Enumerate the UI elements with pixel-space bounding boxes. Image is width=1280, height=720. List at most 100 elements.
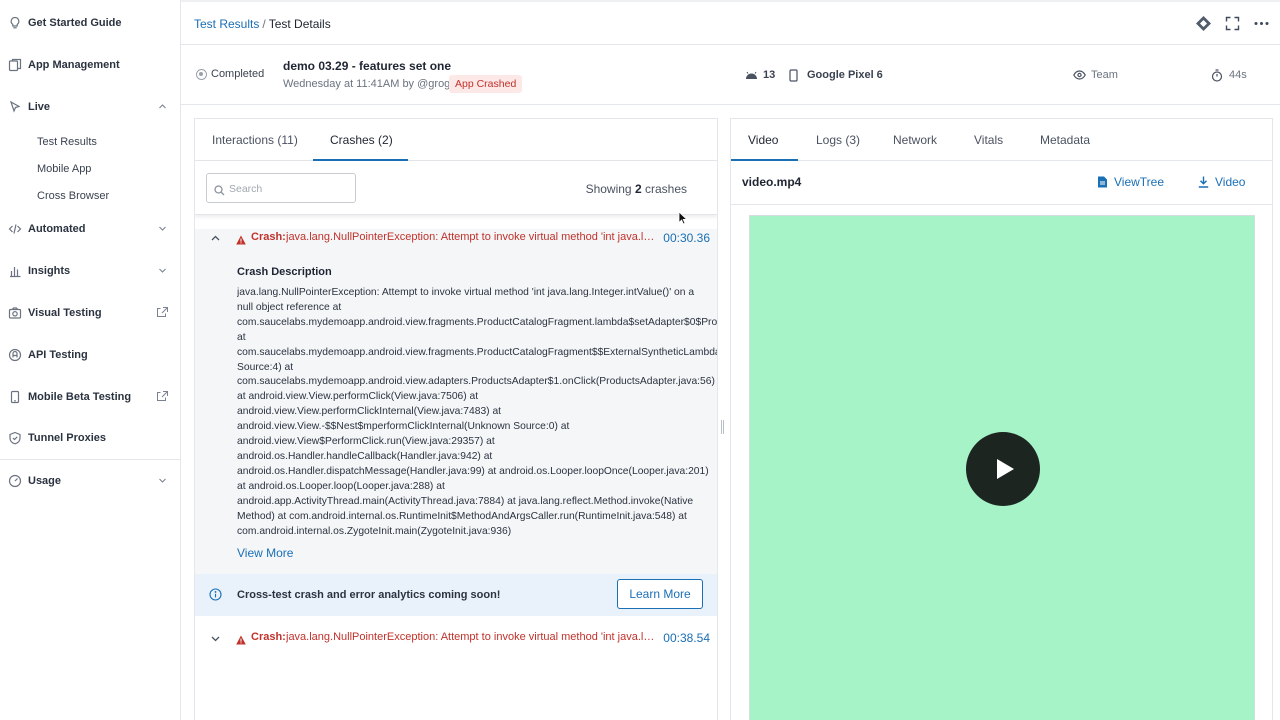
lightbulb-icon xyxy=(8,16,22,30)
duration: 44s xyxy=(1211,69,1247,82)
tab-metadata[interactable]: Metadata xyxy=(1040,133,1090,147)
visibility-value: Team xyxy=(1091,69,1118,81)
sidebar-item-label: Get Started Guide xyxy=(28,17,122,29)
breadcrumb: Test Results / Test Details xyxy=(194,17,331,31)
showing-prefix: Showing xyxy=(585,182,632,196)
panel-resize-handle[interactable] xyxy=(721,420,724,434)
tab-interactions[interactable]: Interactions (11) xyxy=(212,133,298,147)
info-banner: Cross-test crash and error analytics com… xyxy=(195,574,717,616)
breadcrumb-separator: / xyxy=(262,17,266,31)
stack-trace: java.lang.NullPointerException: Attempt … xyxy=(237,287,718,537)
sidebar-item-live[interactable]: Live xyxy=(0,93,180,121)
tab-vitals[interactable]: Vitals xyxy=(974,133,1003,147)
status-text: Completed xyxy=(211,68,265,80)
crash-label: Crash: xyxy=(251,631,286,643)
more-options-icon[interactable] xyxy=(1253,15,1270,32)
bar-chart-icon xyxy=(8,264,22,278)
sidebar-item-get-started[interactable]: Get Started Guide xyxy=(0,9,180,37)
chevron-down-icon xyxy=(158,476,167,485)
test-summary: Completed demo 03.29 - features set one … xyxy=(181,45,1280,105)
os-version: 13 xyxy=(745,69,775,81)
crash-row[interactable]: Crash: java.lang.NullPointerException: A… xyxy=(195,621,717,651)
sidebar-item-insights[interactable]: Insights xyxy=(0,257,180,285)
chevron-up-icon xyxy=(158,102,167,111)
search-field[interactable] xyxy=(206,173,356,203)
crash-search-row: Showing 2 crashes xyxy=(195,161,717,215)
tab-crashes[interactable]: Crashes (2) xyxy=(330,133,393,147)
camera-icon xyxy=(8,306,22,320)
tab-logs[interactable]: Logs (3) xyxy=(816,133,860,147)
crashes-panel: Interactions (11) Crashes (2) Showing 2 … xyxy=(194,118,718,720)
tab-network[interactable]: Network xyxy=(893,133,937,147)
video-file-row: video.mp4 ViewTree Video xyxy=(731,161,1272,205)
sidebar-item-usage[interactable]: Usage xyxy=(0,467,180,495)
device: Google Pixel 6 xyxy=(789,69,883,82)
cursor-pointer-icon xyxy=(8,100,22,114)
chevron-down-icon[interactable] xyxy=(210,631,221,642)
visibility[interactable]: Team xyxy=(1073,69,1118,81)
tab-video[interactable]: Video xyxy=(748,133,778,147)
video-player[interactable] xyxy=(749,215,1255,720)
download-video-label: Video xyxy=(1215,175,1246,189)
search-input[interactable] xyxy=(229,180,349,198)
device-name: Google Pixel 6 xyxy=(807,69,883,81)
search-icon xyxy=(214,183,225,196)
sidebar-subitem-cross-browser[interactable]: Cross Browser xyxy=(37,190,109,202)
viewtree-label: ViewTree xyxy=(1114,175,1165,189)
play-button[interactable] xyxy=(966,432,1040,506)
info-text: Cross-test crash and error analytics com… xyxy=(237,589,501,601)
sidebar-subitem-mobile-app[interactable]: Mobile App xyxy=(37,163,91,175)
sidebar: Get Started Guide App Management Live Te… xyxy=(0,0,181,720)
sidebar-item-label: Visual Testing xyxy=(28,307,102,319)
sidebar-item-label: Automated xyxy=(28,223,86,235)
crash-row[interactable]: Crash: java.lang.NullPointerException: A… xyxy=(195,221,717,251)
breadcrumb-link-test-results[interactable]: Test Results xyxy=(194,17,259,31)
sidebar-item-visual-testing[interactable]: Visual Testing xyxy=(0,299,180,327)
sidebar-item-label: Insights xyxy=(28,265,71,277)
sidebar-item-app-management[interactable]: App Management xyxy=(0,51,180,79)
crash-timestamp[interactable]: 00:30.36 xyxy=(663,231,710,245)
sidebar-item-api-testing[interactable]: API Testing xyxy=(0,341,180,369)
sidebar-divider xyxy=(0,459,180,460)
crash-message: java.lang.NullPointerException: Attempt … xyxy=(286,231,660,243)
os-version-value: 13 xyxy=(763,69,776,81)
external-link-icon xyxy=(157,307,168,318)
document-icon xyxy=(1097,176,1108,188)
chevron-down-icon xyxy=(158,266,167,275)
video-file-name: video.mp4 xyxy=(742,175,802,189)
sidebar-subitem-test-results[interactable]: Test Results xyxy=(37,136,97,148)
viewtree-button[interactable]: ViewTree xyxy=(1097,175,1164,189)
top-bar-actions xyxy=(1195,15,1270,32)
jira-icon[interactable] xyxy=(1195,15,1212,32)
sidebar-item-tunnel-proxies[interactable]: Tunnel Proxies xyxy=(0,424,180,452)
crash-timestamp[interactable]: 00:38.54 xyxy=(663,631,710,645)
view-more-link[interactable]: View More xyxy=(237,546,293,560)
test-name: demo 03.29 - features set one xyxy=(283,59,452,73)
duration-value: 44s xyxy=(1229,69,1247,81)
test-meta: Wednesday at 11:41AM by @grogu xyxy=(283,78,457,90)
crashes-panel-tabs: Interactions (11) Crashes (2) xyxy=(195,119,717,161)
code-icon xyxy=(8,222,22,236)
sidebar-item-label: API Testing xyxy=(28,349,88,361)
chevron-up-icon[interactable] xyxy=(210,231,221,242)
chevron-down-icon xyxy=(158,224,167,233)
mouse-cursor-icon xyxy=(678,211,688,225)
crash-label: Crash: xyxy=(251,231,286,243)
sidebar-item-label: Live xyxy=(28,101,51,113)
download-icon xyxy=(1198,176,1209,188)
sidebar-item-label: Tunnel Proxies xyxy=(28,432,107,444)
eye-icon xyxy=(1073,69,1086,81)
sidebar-item-mobile-beta-testing[interactable]: Mobile Beta Testing xyxy=(0,383,180,411)
showing-count-value: 2 xyxy=(634,182,642,196)
top-bar: Test Results / Test Details xyxy=(181,0,1280,45)
download-video-button[interactable]: Video xyxy=(1198,175,1245,189)
stopwatch-icon xyxy=(1211,69,1223,82)
media-panel: Video Logs (3) Network Vitals Metadata v… xyxy=(730,118,1273,720)
warning-icon xyxy=(236,232,246,245)
sidebar-item-automated[interactable]: Automated xyxy=(0,215,180,243)
fullscreen-icon[interactable] xyxy=(1224,15,1241,32)
breadcrumb-current: Test Details xyxy=(268,17,331,31)
status-dot-icon xyxy=(196,68,207,80)
status-badge: App Crashed xyxy=(449,75,523,93)
learn-more-button[interactable]: Learn More xyxy=(617,579,703,609)
